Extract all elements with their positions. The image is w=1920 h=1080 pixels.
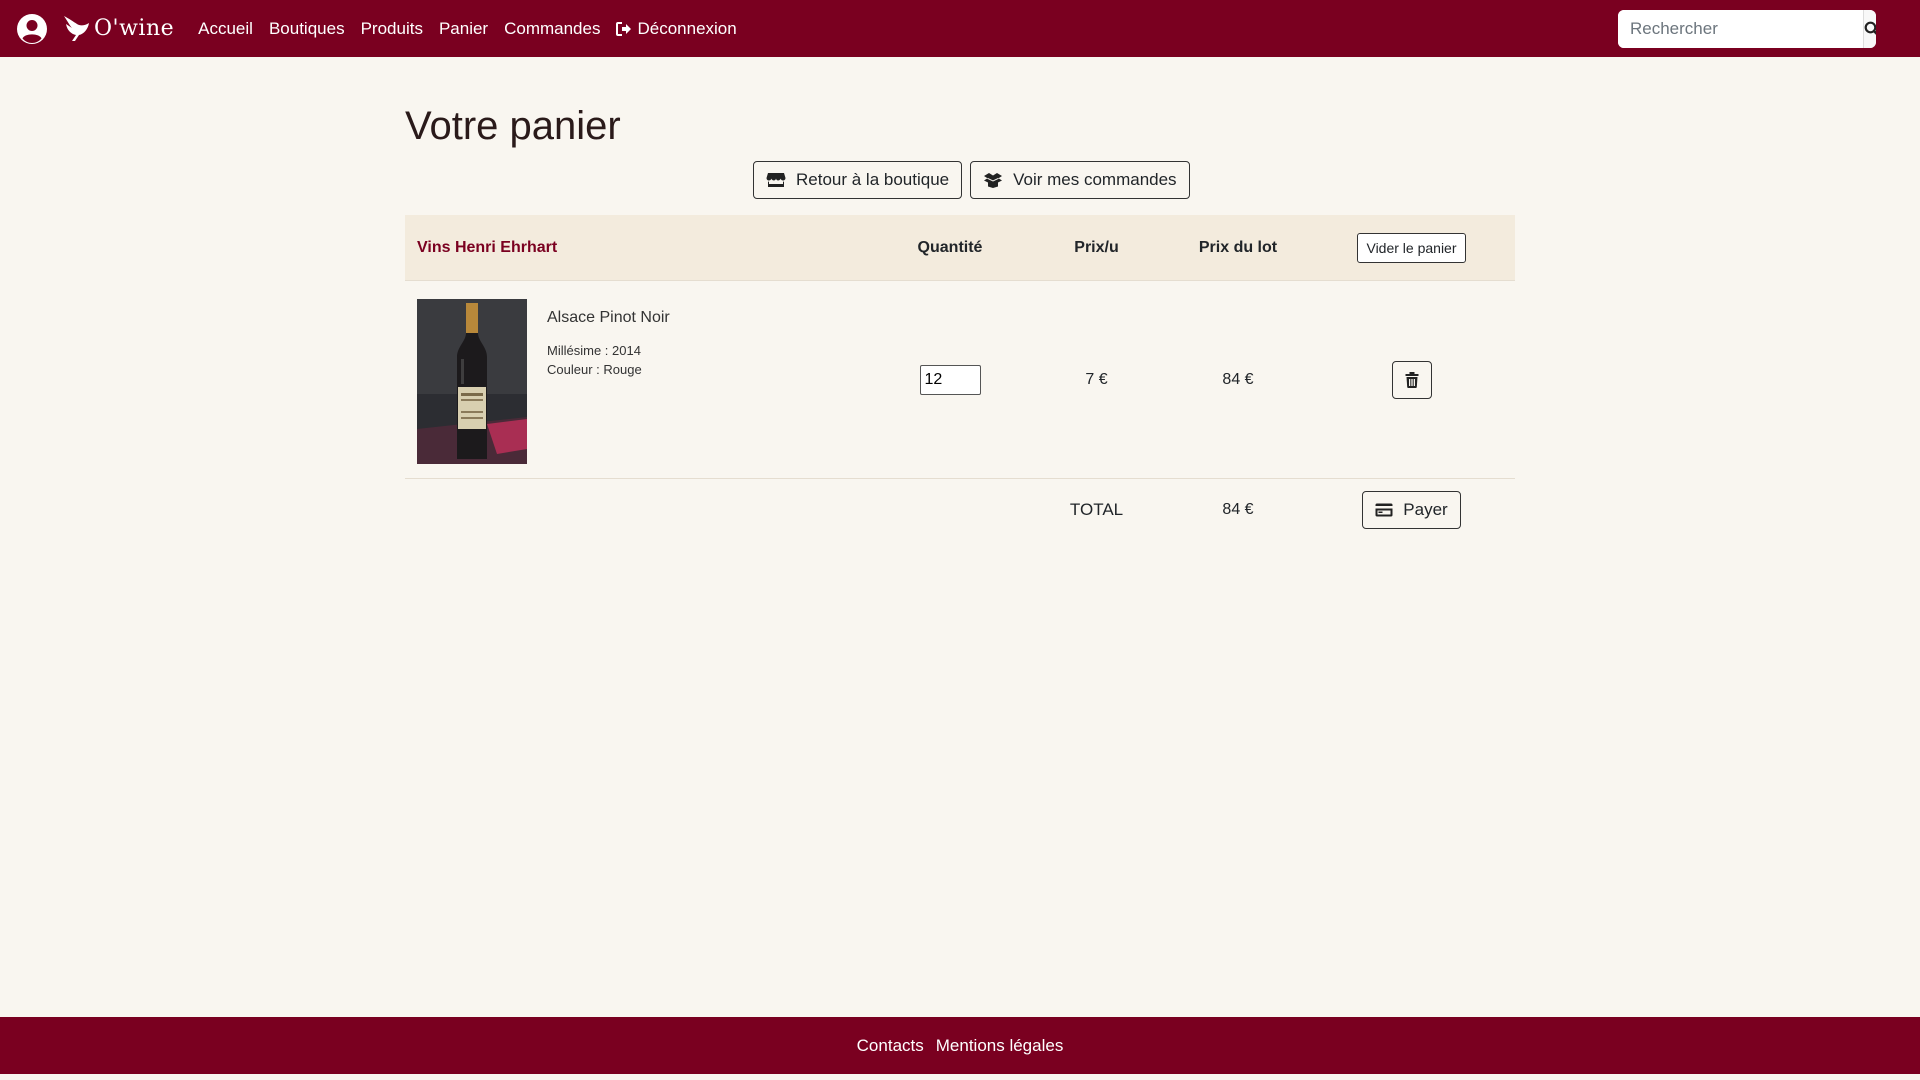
- trash-icon: [1405, 371, 1418, 388]
- search-button[interactable]: [1863, 10, 1876, 48]
- page-title: Votre panier: [405, 104, 621, 148]
- footer-legal-link[interactable]: Mentions légales: [936, 1036, 1064, 1056]
- product-info: Alsace Pinot Noir Millésime : 2014 Coule…: [547, 299, 670, 464]
- store-icon: [766, 173, 786, 187]
- nav-produits[interactable]: Produits: [361, 19, 423, 39]
- nav-deconnexion-label: Déconnexion: [637, 18, 737, 38]
- nav-boutiques[interactable]: Boutiques: [269, 19, 345, 39]
- product-name[interactable]: Alsace Pinot Noir: [547, 309, 670, 327]
- product-cell: Alsace Pinot Noir Millésime : 2014 Coule…: [405, 281, 875, 464]
- total-actions: Payer: [1308, 491, 1515, 529]
- header-unit-price: Prix/u: [1074, 238, 1119, 256]
- quantity-input[interactable]: [919, 364, 981, 395]
- nav-panier[interactable]: Panier: [439, 19, 488, 39]
- total-row: TOTAL 84 € Payer: [405, 479, 1515, 541]
- product-color: Couleur : Rouge: [547, 362, 642, 377]
- search-input[interactable]: [1618, 10, 1863, 48]
- search-icon: [1864, 21, 1876, 35]
- back-to-shop-button[interactable]: Retour à la boutique: [753, 161, 963, 199]
- footer-contacts-link[interactable]: Contacts: [857, 1036, 924, 1056]
- box-open-icon: [984, 173, 1003, 188]
- header-quantity: Quantité: [917, 238, 983, 256]
- total-value: 84 €: [1222, 501, 1254, 518]
- unit-price: 7 €: [1085, 370, 1108, 388]
- cart-table: Vins Henri Ehrhart Quantité Prix/u Prix …: [405, 215, 1515, 541]
- footer: Contacts Mentions légales: [0, 1017, 1920, 1074]
- pay-button-label: Payer: [1403, 500, 1448, 519]
- header-lot-price: Prix du lot: [1198, 238, 1278, 256]
- brand-name: O'wine: [94, 16, 175, 41]
- nav-commandes[interactable]: Commandes: [504, 19, 600, 39]
- quantity-cell: [875, 364, 1025, 395]
- total-label: TOTAL: [1069, 500, 1124, 519]
- header-actions: Vider le panier: [1308, 232, 1515, 263]
- cart-table-header: Vins Henri Ehrhart Quantité Prix/u Prix …: [405, 215, 1515, 281]
- product-image[interactable]: [417, 299, 527, 464]
- shop-name: Vins Henri Ehrhart: [417, 238, 558, 256]
- credit-card-icon: [1375, 503, 1393, 517]
- cart-actions: Retour à la boutique Voir mes commandes: [753, 161, 1190, 199]
- delete-item-button[interactable]: [1391, 360, 1432, 399]
- lot-price: 84 €: [1222, 370, 1254, 388]
- view-orders-button[interactable]: Voir mes commandes: [970, 161, 1190, 199]
- nav-deconnexion[interactable]: Déconnexion: [616, 18, 737, 39]
- product-vintage: Millésime : 2014: [547, 343, 641, 358]
- empty-cart-button[interactable]: Vider le panier: [1357, 232, 1466, 263]
- top-navbar: O'wine Accueil Boutiques Produits Panier…: [0, 0, 1920, 57]
- wine-bird-logo-icon: [62, 14, 90, 44]
- pay-button[interactable]: Payer: [1362, 491, 1461, 529]
- main-nav: Accueil Boutiques Produits Panier Comman…: [198, 19, 753, 39]
- cart-item-row: Alsace Pinot Noir Millésime : 2014 Coule…: [405, 281, 1515, 479]
- row-actions: [1308, 360, 1515, 399]
- brand-logo-link[interactable]: O'wine: [62, 14, 174, 44]
- view-orders-label: Voir mes commandes: [1013, 170, 1177, 189]
- sign-out-icon: [616, 21, 632, 36]
- nav-accueil[interactable]: Accueil: [198, 19, 253, 39]
- back-to-shop-label: Retour à la boutique: [796, 170, 950, 189]
- user-account-icon[interactable]: [16, 13, 48, 45]
- search-group: [1618, 10, 1876, 48]
